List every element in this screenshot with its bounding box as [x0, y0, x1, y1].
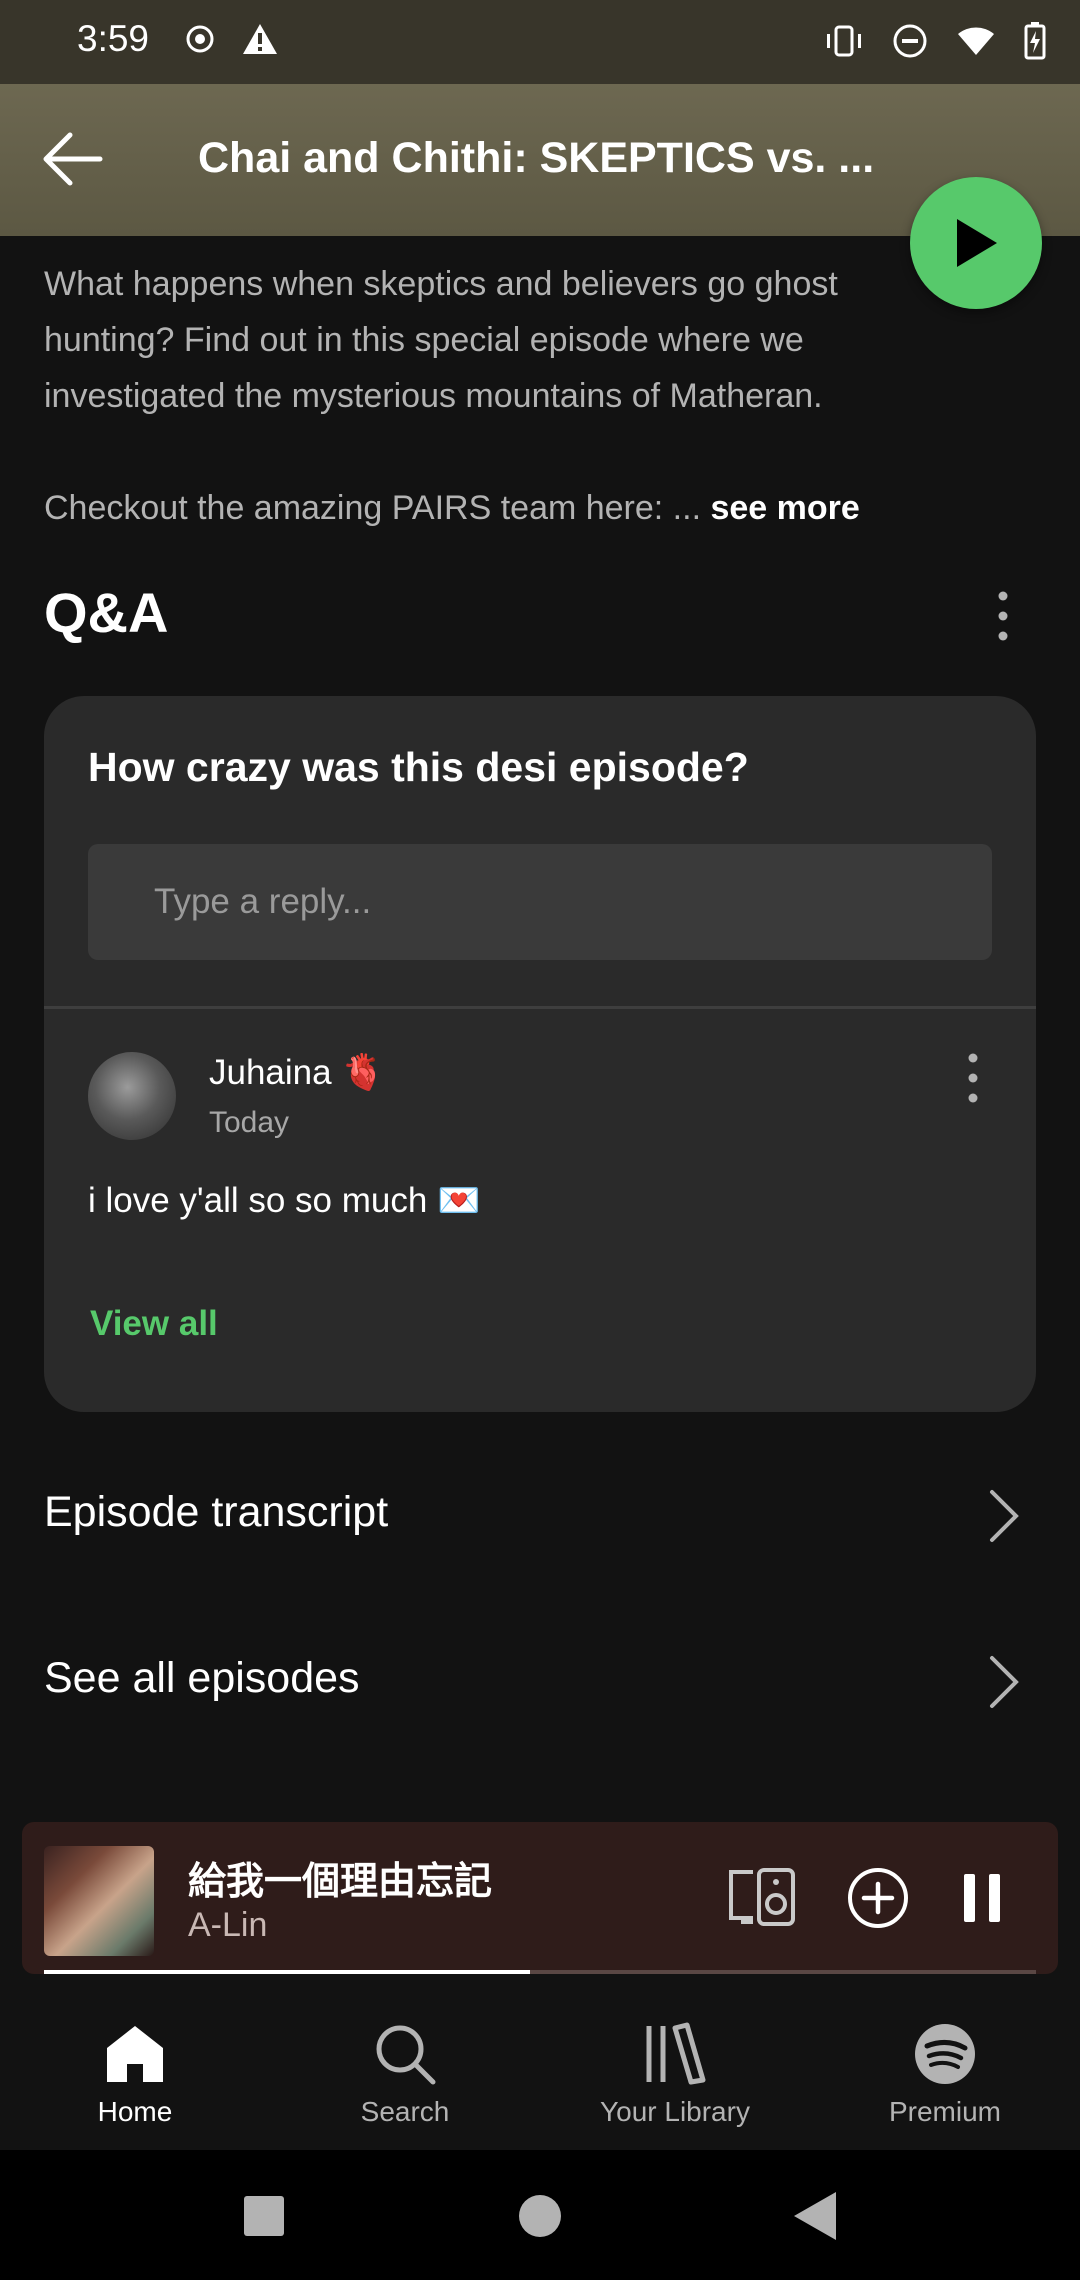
- description-text: Checkout the amazing PAIRS team here: ..…: [44, 489, 702, 527]
- nav-premium[interactable]: Premium: [810, 2020, 1080, 2128]
- avatar[interactable]: [88, 1052, 176, 1140]
- warning-icon: [243, 24, 277, 54]
- nav-home[interactable]: Home: [0, 2020, 270, 2128]
- back-arrow-icon[interactable]: [40, 126, 106, 192]
- reply-input[interactable]: [88, 844, 992, 960]
- pause-button[interactable]: [942, 1858, 1022, 1938]
- record-icon: [186, 25, 214, 53]
- nav-library[interactable]: Your Library: [540, 2020, 810, 2128]
- more-options-icon[interactable]: [990, 588, 1016, 644]
- nav-label: Home: [97, 2096, 173, 2127]
- home-icon: [107, 2026, 163, 2082]
- status-bar: 3:59: [0, 0, 1080, 84]
- chevron-right-icon: [990, 1490, 1019, 1542]
- system-nav-bar: [0, 2150, 1080, 2280]
- see-all-episodes-row[interactable]: See all episodes: [0, 1624, 1080, 1734]
- library-icon: [646, 2022, 706, 2085]
- description-paragraph: Checkout the amazing PAIRS team here: ..…: [44, 480, 944, 536]
- view-all-link[interactable]: View all: [90, 1304, 218, 1344]
- add-circle-icon: [848, 1868, 908, 1928]
- add-to-library-button[interactable]: [838, 1858, 918, 1938]
- comment-text: i love y'all so so much 💌: [88, 1181, 481, 1220]
- comment-more-icon[interactable]: [960, 1050, 986, 1106]
- do-not-disturb-icon: [893, 24, 927, 58]
- spotify-icon: [915, 2024, 975, 2084]
- qa-card: How crazy was this desi episode? Juhaina…: [44, 696, 1036, 1412]
- wifi-icon: [958, 27, 994, 55]
- mini-player[interactable]: 給我一個理由忘記 A-Lin: [22, 1822, 1058, 1974]
- search-icon: [376, 2025, 436, 2085]
- description-paragraph: What happens when skeptics and believers…: [44, 265, 838, 415]
- vibrate-icon: [827, 25, 861, 57]
- qa-section-title: Q&A: [44, 581, 169, 644]
- play-button[interactable]: [910, 177, 1042, 309]
- nav-search[interactable]: Search: [270, 2020, 540, 2128]
- battery-icon: [1024, 22, 1046, 60]
- home-circle-icon[interactable]: [510, 2186, 570, 2246]
- back-triangle-icon[interactable]: [786, 2186, 846, 2246]
- bottom-nav: Home Search Your Library Premium: [0, 1990, 1080, 2150]
- album-cover: [44, 1846, 154, 1956]
- see-more-link[interactable]: see more: [710, 489, 859, 527]
- nav-label: Your Library: [600, 2096, 750, 2127]
- row-label: See all episodes: [44, 1654, 360, 1702]
- nav-label: Premium: [888, 2096, 1001, 2127]
- episode-description: What happens when skeptics and believers…: [44, 256, 944, 536]
- episode-transcript-row[interactable]: Episode transcript: [0, 1458, 1080, 1568]
- playback-progress-bar: [44, 1970, 1036, 1974]
- connect-device-button[interactable]: [722, 1858, 802, 1938]
- pause-icon: [964, 1874, 1000, 1922]
- track-title: 給我一個理由忘記: [188, 1861, 493, 1903]
- qa-question: How crazy was this desi episode?: [88, 744, 749, 790]
- page-title: Chai and Chithi: SKEPTICS vs. ...: [198, 134, 875, 182]
- status-left-icons: [185, 22, 279, 56]
- track-artist: A-Lin: [188, 1906, 268, 1944]
- play-icon: [957, 219, 997, 267]
- comment-author: Juhaina 🫀: [209, 1053, 385, 1092]
- comment-time: Today: [209, 1106, 290, 1139]
- devices-icon: [729, 1868, 795, 1926]
- status-right-icons: [824, 22, 1046, 60]
- status-time: 3:59: [77, 18, 150, 59]
- playback-progress-fill: [44, 1970, 531, 1974]
- nav-label: Search: [360, 2096, 450, 2127]
- chevron-right-icon: [990, 1656, 1019, 1708]
- divider: [44, 1006, 1036, 1009]
- row-label: Episode transcript: [44, 1488, 389, 1536]
- recents-icon[interactable]: [234, 2186, 294, 2246]
